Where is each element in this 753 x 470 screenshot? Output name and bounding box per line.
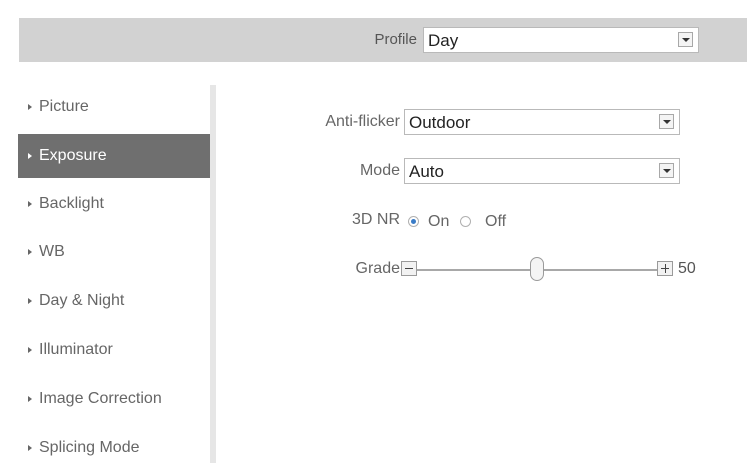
plus-icon-v [665, 264, 666, 273]
3d-nr-off-radio[interactable] [460, 216, 471, 227]
grade-increase-button[interactable] [657, 261, 673, 276]
triangle-right-icon [28, 153, 32, 159]
grade-slider-thumb[interactable] [530, 257, 544, 281]
exposure-panel: Anti-flicker Outdoor Mode Auto 3D NR On … [216, 85, 753, 463]
profile-label: Profile [374, 31, 417, 48]
mode-select[interactable]: Auto [404, 158, 680, 184]
profile-select-value: Day [428, 31, 459, 50]
triangle-right-icon [28, 445, 32, 451]
anti-flicker-value: Outdoor [409, 113, 471, 132]
triangle-right-icon [28, 298, 32, 304]
grade-value: 50 [678, 260, 696, 277]
mode-value: Auto [409, 162, 444, 181]
3d-nr-off-label: Off [485, 213, 507, 230]
chevron-down-icon[interactable] [659, 114, 674, 129]
sidebar-item-day-night[interactable]: Day & Night [18, 279, 210, 323]
3d-nr-label: 3D NR [351, 211, 400, 228]
chevron-down-icon[interactable] [659, 163, 674, 178]
anti-flicker-select[interactable]: Outdoor [404, 109, 680, 135]
sidebar-item-label: Day & Night [39, 292, 125, 309]
triangle-right-icon [28, 396, 32, 402]
3d-nr-on-label: On [428, 213, 450, 230]
grade-label: Grade [355, 260, 400, 277]
triangle-right-icon [28, 249, 32, 255]
sidebar-item-illuminator[interactable]: Illuminator [18, 328, 210, 372]
profile-bar: Profile Day [19, 18, 747, 62]
sidebar-item-image-correction[interactable]: Image Correction [18, 377, 210, 421]
sidebar-item-label: Image Correction [39, 390, 162, 407]
sidebar-item-exposure[interactable]: Exposure [18, 134, 210, 178]
minus-icon [405, 268, 413, 269]
chevron-down-icon[interactable] [678, 32, 693, 47]
sidebar-item-label: Illuminator [39, 341, 113, 358]
sidebar-item-label: Backlight [39, 195, 104, 212]
triangle-right-icon [28, 201, 32, 207]
sidebar-item-label: Exposure [39, 147, 107, 164]
profile-select[interactable]: Day [423, 27, 699, 53]
sidebar: Picture Exposure Backlight WB Day & Nigh… [18, 85, 210, 463]
sidebar-item-backlight[interactable]: Backlight [18, 182, 210, 226]
sidebar-item-picture[interactable]: Picture [18, 85, 210, 129]
sidebar-item-label: Picture [39, 98, 89, 115]
grade-decrease-button[interactable] [401, 261, 417, 276]
triangle-right-icon [28, 347, 32, 353]
sidebar-item-splicing-mode[interactable]: Splicing Mode [18, 426, 210, 470]
mode-label: Mode [359, 162, 400, 179]
anti-flicker-label: Anti-flicker [325, 113, 400, 130]
3d-nr-on-radio[interactable] [408, 216, 419, 227]
sidebar-item-label: Splicing Mode [39, 439, 140, 456]
sidebar-item-wb[interactable]: WB [18, 230, 210, 274]
sidebar-item-label: WB [39, 243, 65, 260]
triangle-right-icon [28, 104, 32, 110]
